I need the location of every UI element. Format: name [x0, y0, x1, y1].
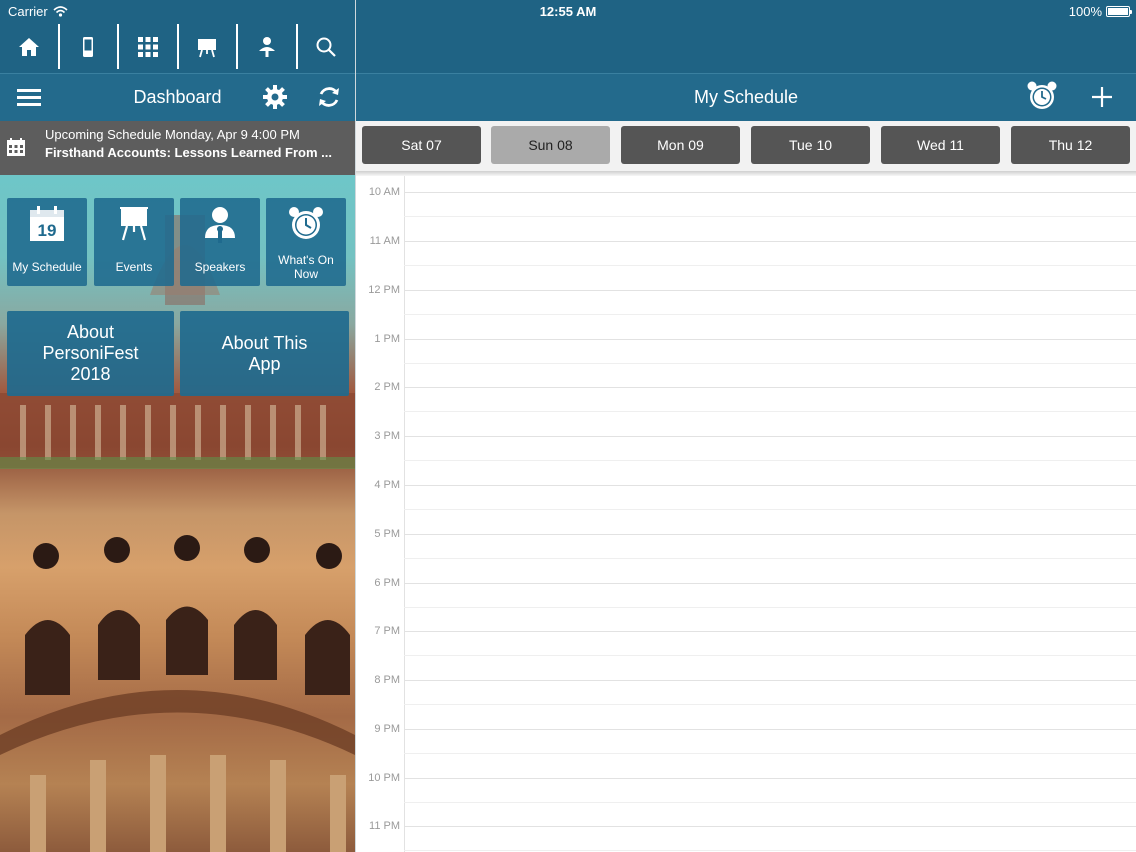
speakers-tile[interactable]: Speakers	[180, 198, 260, 286]
hour-label: 5 PM	[374, 528, 400, 540]
hour-line	[404, 436, 1136, 437]
hour-line	[404, 241, 1136, 242]
hour-line	[404, 631, 1136, 632]
hour-label: 11 PM	[369, 820, 400, 832]
page-title: Dashboard	[133, 87, 222, 107]
home-button[interactable]	[0, 24, 60, 69]
speaker-icon	[258, 36, 275, 57]
upcoming-date: Upcoming Schedule Monday, Apr 9 4:00 PM	[45, 127, 300, 142]
calendar-day-number: 19	[38, 221, 57, 240]
presentation-icon	[198, 38, 217, 57]
hour-label: 1 PM	[374, 333, 400, 345]
speakers-button[interactable]	[238, 24, 298, 69]
half-hour-line	[404, 607, 1136, 608]
half-hour-line	[404, 509, 1136, 510]
half-hour-line	[404, 216, 1136, 217]
half-hour-line	[404, 802, 1136, 803]
half-hour-line	[404, 753, 1136, 754]
half-hour-line	[404, 411, 1136, 412]
schedule-timeline[interactable]: 10 AM 11 AM 12 PM 1 PM 2 PM 3 PM 4 PM 5 …	[356, 176, 1136, 852]
hour-line	[404, 387, 1136, 388]
add-icon[interactable]	[1089, 84, 1115, 110]
battery-icon	[1106, 6, 1132, 17]
hour-label: 4 PM	[374, 479, 400, 491]
half-hour-line	[404, 655, 1136, 656]
my-schedule-tile[interactable]: 19 My Schedule	[7, 198, 87, 286]
calendar-icon	[7, 138, 25, 156]
whats-on-now-tile[interactable]: What's On Now	[266, 198, 346, 286]
half-hour-line	[404, 460, 1136, 461]
hour-label: 9 PM	[374, 723, 400, 735]
tile-label: Events	[115, 260, 153, 274]
hour-line	[404, 339, 1136, 340]
day-button-wed[interactable]: Wed 11	[881, 126, 1000, 164]
hour-label: 3 PM	[374, 430, 400, 442]
hamburger-menu-icon[interactable]	[16, 86, 42, 108]
device-button[interactable]	[60, 24, 119, 69]
day-button-tue[interactable]: Tue 10	[751, 126, 870, 164]
phone-icon	[83, 36, 94, 57]
half-hour-line	[404, 558, 1136, 559]
hour-line	[404, 680, 1136, 681]
day-button-sat[interactable]: Sat 07	[362, 126, 481, 164]
schedule-title: My Schedule	[693, 87, 799, 107]
tile-label: What's On Now	[278, 253, 334, 281]
upcoming-schedule-banner[interactable]: Upcoming Schedule Monday, Apr 9 4:00 PM …	[0, 121, 355, 175]
events-button[interactable]	[179, 24, 238, 69]
grid-icon	[137, 36, 158, 57]
hour-label: 10 PM	[368, 772, 400, 784]
half-hour-line	[404, 265, 1136, 266]
half-hour-line	[404, 314, 1136, 315]
schedule-nav-bar: My Schedule	[356, 73, 1136, 121]
search-button[interactable]	[298, 24, 356, 69]
hour-line	[404, 485, 1136, 486]
hour-label: 11 AM	[369, 235, 400, 247]
battery-percent: 100%	[1068, 4, 1102, 19]
half-hour-line	[404, 363, 1136, 364]
alarm-clock-icon	[289, 207, 323, 239]
wifi-icon	[53, 6, 68, 17]
hour-line	[404, 729, 1136, 730]
presentation-icon	[120, 207, 148, 241]
carrier-name: Carrier	[8, 4, 48, 19]
hour-label: 12 PM	[368, 284, 400, 296]
half-hour-line	[404, 850, 1136, 851]
dashboard-nav-bar: Dashboard	[0, 73, 355, 121]
events-tile[interactable]: Events	[94, 198, 174, 286]
hour-line	[404, 583, 1136, 584]
clock: 12:55 AM	[539, 4, 597, 19]
hour-line	[404, 290, 1136, 291]
toolbar-icons	[0, 24, 355, 69]
hour-label: 8 PM	[374, 674, 400, 686]
gear-icon[interactable]	[262, 84, 288, 110]
tile-label: My Schedule	[12, 260, 82, 274]
refresh-icon[interactable]	[316, 84, 342, 110]
day-button-thu[interactable]: Thu 12	[1011, 126, 1130, 164]
hour-label: 10 AM	[368, 186, 400, 198]
hour-line	[404, 192, 1136, 193]
about-this-app-button[interactable]: About This App	[180, 311, 349, 396]
hour-label: 7 PM	[374, 625, 400, 637]
alarm-clock-icon[interactable]	[1026, 80, 1058, 112]
hour-line	[404, 826, 1136, 827]
status-bar: Carrier 12:55 AM 100%	[0, 0, 1136, 24]
grid-button[interactable]	[119, 24, 179, 69]
calendar-icon: 19	[30, 206, 64, 241]
timeline-axis-line	[404, 176, 405, 852]
hour-line	[404, 778, 1136, 779]
hour-label: 2 PM	[374, 381, 400, 393]
day-button-sun[interactable]: Sun 08	[491, 126, 610, 164]
hour-label: 6 PM	[374, 577, 400, 589]
upcoming-session-title: Firsthand Accounts: Lessons Learned From…	[45, 145, 333, 160]
about-personifest-button[interactable]: About PersoniFest 2018	[7, 311, 174, 396]
search-icon	[316, 37, 337, 57]
home-icon	[18, 37, 39, 56]
tile-label: Speakers	[194, 260, 246, 274]
dashboard-panel: Dashboard Upcoming Schedule Monday, Apr …	[0, 0, 355, 852]
day-button-mon[interactable]: Mon 09	[621, 126, 740, 164]
half-hour-line	[404, 704, 1136, 705]
speaker-icon	[205, 207, 235, 243]
day-selector: Sat 07 Sun 08 Mon 09 Tue 10 Wed 11 Thu 1…	[356, 121, 1136, 171]
hour-line	[404, 534, 1136, 535]
